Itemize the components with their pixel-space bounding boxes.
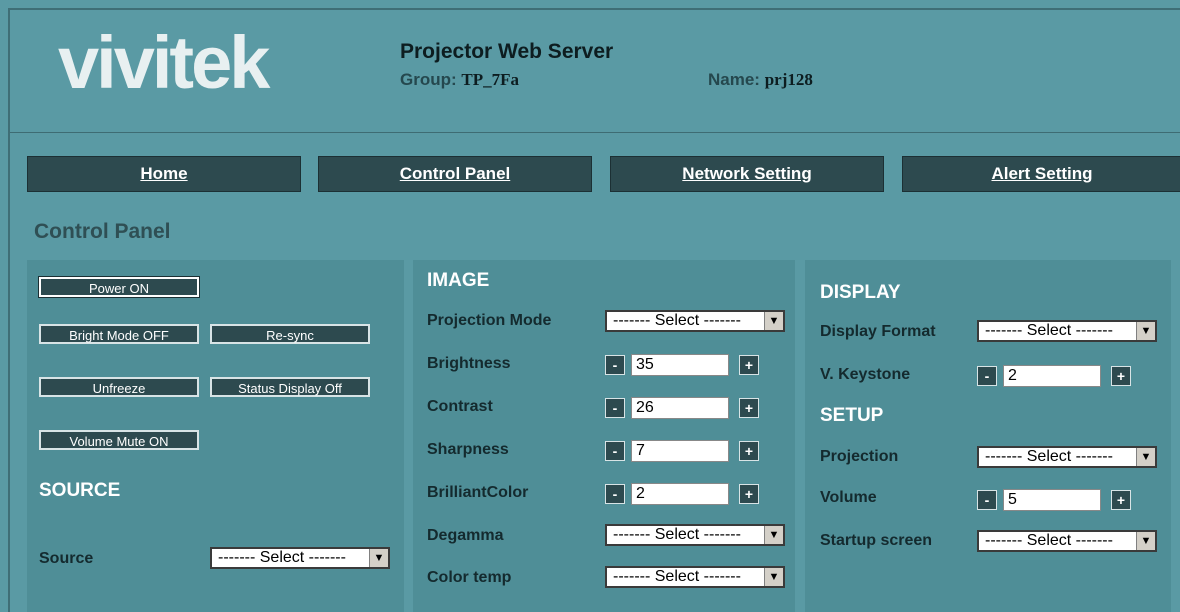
projection-mode-label: Projection Mode [427,312,552,329]
power-source-panel: Power ON Bright Mode OFF Re-sync Unfreez… [27,260,404,612]
brightness-input[interactable]: 35 [631,354,729,376]
display-heading: DISPLAY [820,282,901,303]
bright-mode-button[interactable]: Bright Mode OFF [39,324,199,344]
volume-increase-button[interactable]: + [1111,490,1131,510]
color-temp-label: Color temp [427,569,512,586]
group-label: Group: [400,70,457,89]
keystone-input[interactable]: 2 [1003,365,1101,387]
display-format-value: ------- Select ------- [985,322,1113,339]
degamma-value: ------- Select ------- [613,526,741,543]
source-select-value: ------- Select ------- [218,549,346,566]
degamma-select[interactable]: ------- Select ------- ▼ [605,524,785,546]
chevron-down-icon[interactable]: ▼ [764,526,783,544]
status-display-button[interactable]: Status Display Off [210,377,370,397]
resync-button[interactable]: Re-sync [210,324,370,344]
name-value: prj128 [764,70,813,89]
setup-heading: SETUP [820,405,884,426]
power-button[interactable]: Power ON [38,276,200,298]
projection-value: ------- Select ------- [985,448,1113,465]
startup-screen-value: ------- Select ------- [985,532,1113,549]
source-label: Source [39,550,94,567]
group-value: TP_7Fa [461,70,519,89]
source-heading: SOURCE [39,480,121,501]
contrast-decrease-button[interactable]: - [605,398,625,418]
projection-select[interactable]: ------- Select ------- ▼ [977,446,1157,468]
volume-input[interactable]: 5 [1003,489,1101,511]
contrast-label: Contrast [427,398,493,415]
startup-screen-label: Startup screen [820,532,933,549]
chevron-down-icon[interactable]: ▼ [1136,448,1155,466]
brilliantcolor-input[interactable]: 2 [631,483,729,505]
sharpness-label: Sharpness [427,441,509,458]
group-info: Group: TP_7Fa [400,70,519,90]
source-select[interactable]: ------- Select ------- ▼ [210,547,390,569]
startup-screen-select[interactable]: ------- Select ------- ▼ [977,530,1157,552]
unfreeze-button[interactable]: Unfreeze [39,377,199,397]
degamma-label: Degamma [427,527,504,544]
display-format-select[interactable]: ------- Select ------- ▼ [977,320,1157,342]
brilliantcolor-label: BrilliantColor [427,484,529,501]
contrast-increase-button[interactable]: + [739,398,759,418]
projection-mode-value: ------- Select ------- [613,312,741,329]
page-title: Control Panel [34,220,171,243]
contrast-input[interactable]: 26 [631,397,729,419]
chevron-down-icon[interactable]: ▼ [764,568,783,586]
projection-mode-select[interactable]: ------- Select ------- ▼ [605,310,785,332]
name-info: Name: prj128 [708,70,813,90]
color-temp-select[interactable]: ------- Select ------- ▼ [605,566,785,588]
sharpness-input[interactable]: 7 [631,440,729,462]
keystone-increase-button[interactable]: + [1111,366,1131,386]
vivitek-logo: vivitek [58,21,270,104]
nav-alert-setting[interactable]: Alert Setting [902,156,1180,192]
brilliantcolor-increase-button[interactable]: + [739,484,759,504]
nav-network-setting[interactable]: Network Setting [610,156,884,192]
chevron-down-icon[interactable]: ▼ [764,312,783,330]
server-title: Projector Web Server [400,40,614,63]
color-temp-value: ------- Select ------- [613,568,741,585]
image-heading: IMAGE [427,270,490,291]
volume-decrease-button[interactable]: - [977,490,997,510]
nav-home[interactable]: Home [27,156,301,192]
sharpness-decrease-button[interactable]: - [605,441,625,461]
image-panel: IMAGE Projection Mode ------- Select ---… [413,260,795,612]
display-format-label: Display Format [820,323,936,340]
keystone-decrease-button[interactable]: - [977,366,997,386]
volume-mute-button[interactable]: Volume Mute ON [39,430,199,450]
projection-label: Projection [820,448,899,465]
header: vivitek Projector Web Server Group: TP_7… [10,10,1180,133]
brightness-decrease-button[interactable]: - [605,355,625,375]
chevron-down-icon[interactable]: ▼ [1136,322,1155,340]
volume-label: Volume [820,489,877,506]
chevron-down-icon[interactable]: ▼ [369,549,388,567]
chevron-down-icon[interactable]: ▼ [1136,532,1155,550]
page-frame: vivitek Projector Web Server Group: TP_7… [8,8,1180,612]
brightness-label: Brightness [427,355,511,372]
nav-control-panel[interactable]: Control Panel [318,156,592,192]
brightness-increase-button[interactable]: + [739,355,759,375]
brilliantcolor-decrease-button[interactable]: - [605,484,625,504]
keystone-label: V. Keystone [820,366,911,383]
name-label: Name: [708,70,760,89]
display-setup-panel: DISPLAY Display Format ------- Select --… [805,260,1171,612]
sharpness-increase-button[interactable]: + [739,441,759,461]
